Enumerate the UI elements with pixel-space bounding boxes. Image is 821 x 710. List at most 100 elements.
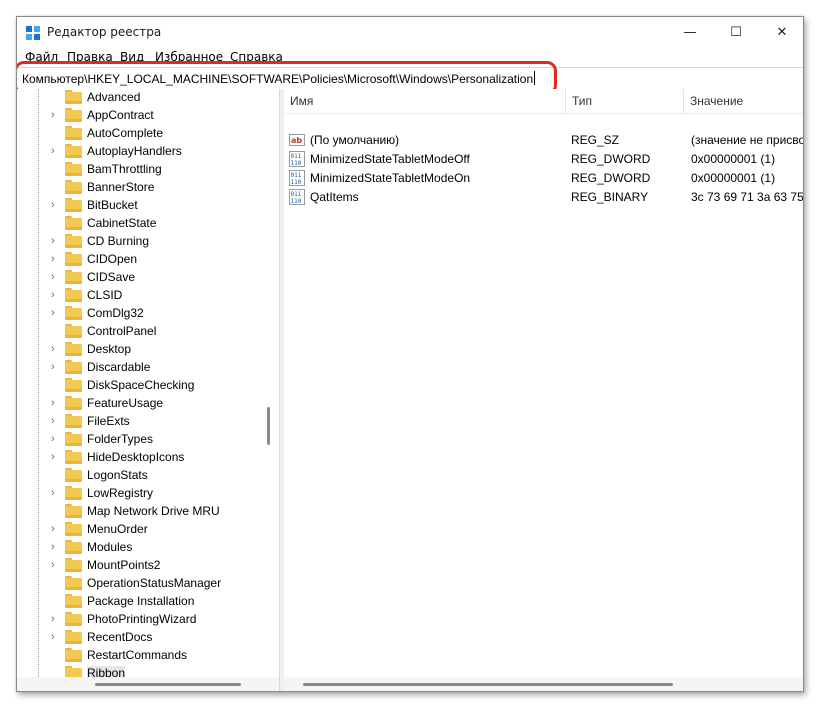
tree-item[interactable]: BannerStore [17, 178, 267, 196]
tree-item[interactable]: › RecentDocs [17, 628, 267, 646]
tree-item[interactable]: › ComDlg32 [17, 304, 267, 322]
column-header-name[interactable]: Имя [284, 89, 566, 113]
chevron-right-icon[interactable]: › [51, 289, 61, 301]
menu-help-label: правка [238, 50, 283, 64]
tree-item[interactable]: DiskSpaceChecking [17, 376, 267, 394]
chevron-right-icon[interactable]: › [51, 487, 61, 499]
tree-item[interactable]: › Discardable [17, 358, 267, 376]
menu-view-hotkey: В [120, 50, 129, 64]
tree-item[interactable]: › LowRegistry [17, 484, 267, 502]
svg-text:110: 110 [291, 160, 302, 167]
tree-item[interactable]: RestartCommands [17, 646, 267, 664]
tree-item[interactable]: › Modules [17, 538, 267, 556]
tree-item[interactable]: LogonStats [17, 466, 267, 484]
folder-icon [65, 162, 82, 176]
column-header-type[interactable]: Тип [566, 89, 684, 113]
address-bar[interactable]: Компьютер\HKEY_LOCAL_MACHINE\SOFTWARE\Po… [17, 67, 803, 90]
chevron-right-icon[interactable]: › [51, 541, 61, 553]
chevron-right-icon[interactable]: › [51, 397, 61, 409]
tree-item[interactable]: ControlPanel [17, 322, 267, 340]
minimize-icon: — [683, 25, 697, 40]
tree-item-label: DiskSpaceChecking [87, 378, 195, 392]
tree-item[interactable]: Ribbon [17, 664, 267, 677]
value-type: REG_BINARY [571, 190, 649, 204]
menu-file[interactable]: Файл [25, 50, 58, 64]
tree-horizontal-scroll-thumb[interactable] [95, 683, 241, 686]
value-row[interactable]: 011 110 MinimizedStateTabletModeOn REG_DWOR… [284, 169, 803, 188]
registry-tree[interactable]: Advanced › AppContract AutoComplete › Autopla… [17, 89, 279, 677]
value-row[interactable]: ab (По умолчанию) REG_SZ (значение не присв… [284, 131, 803, 150]
values-horizontal-scrollbar[interactable] [284, 677, 803, 691]
tree-item-label: AutoplayHandlers [87, 144, 182, 158]
registry-editor-window: Редактор реестра — ☐ ✕ Файл Правка Вид И… [16, 16, 804, 692]
tree-item[interactable]: CabinetState [17, 214, 267, 232]
tree-item[interactable]: › CIDOpen [17, 250, 267, 268]
values-list[interactable]: Имя Тип Значение ab (По умолчанию) REG_SZ (… [284, 89, 804, 691]
tree-item-label: RecentDocs [87, 630, 153, 644]
chevron-right-icon[interactable]: › [51, 145, 61, 157]
value-row[interactable]: 011 110 QatItems REG_BINARY 3c 73 69 71 3a 6… [284, 188, 804, 207]
tree-item-label: FeatureUsage [87, 396, 164, 410]
tree-item[interactable]: › FeatureUsage [17, 394, 267, 412]
tree-item[interactable]: › PhotoPrintingWizard [17, 610, 267, 628]
value-data: 3c 73 69 71 3a 63 75 7 [691, 190, 804, 204]
tree-item-label: CD Burning [87, 234, 150, 248]
menu-view-label: ид [128, 50, 145, 64]
maximize-button[interactable]: ☐ [713, 17, 759, 48]
folder-icon [65, 630, 82, 644]
chevron-right-icon[interactable]: › [51, 271, 61, 283]
tree-vertical-scrollbar[interactable] [261, 89, 279, 677]
svg-text:ab: ab [291, 136, 302, 145]
chevron-right-icon[interactable]: › [51, 559, 61, 571]
menu-help[interactable]: Справка [230, 50, 283, 64]
tree-item[interactable]: › AutoplayHandlers [17, 142, 267, 160]
tree-item-label: AutoComplete [87, 126, 164, 140]
svg-text:011: 011 [291, 172, 302, 179]
tree-item[interactable]: › CLSID [17, 286, 267, 304]
close-button[interactable]: ✕ [759, 17, 803, 48]
chevron-right-icon[interactable]: › [51, 253, 61, 265]
tree-item[interactable]: › FolderTypes [17, 430, 267, 448]
menu-favorites[interactable]: Избранное [155, 50, 223, 64]
tree-item-label: BannerStore [87, 180, 155, 194]
tree-item[interactable]: › Desktop [17, 340, 267, 358]
chevron-right-icon[interactable]: › [51, 307, 61, 319]
chevron-right-icon[interactable]: › [51, 235, 61, 247]
close-icon: ✕ [776, 25, 788, 40]
chevron-right-icon[interactable]: › [51, 343, 61, 355]
chevron-right-icon[interactable]: › [51, 451, 61, 463]
tree-item[interactable]: AutoComplete [17, 124, 267, 142]
values-horizontal-scroll-thumb[interactable] [303, 683, 673, 686]
menu-edit[interactable]: Правка [67, 50, 113, 64]
tree-vertical-scroll-thumb[interactable] [267, 407, 270, 445]
tree-item[interactable]: Map Network Drive MRU [17, 502, 267, 520]
tree-item[interactable]: Advanced [17, 89, 267, 106]
address-path[interactable]: Компьютер\HKEY_LOCAL_MACHINE\SOFTWARE\Po… [22, 71, 536, 86]
tree-item[interactable]: › BitBucket [17, 196, 267, 214]
tree-horizontal-scrollbar[interactable] [17, 677, 279, 691]
chevron-right-icon[interactable]: › [51, 433, 61, 445]
tree-item[interactable]: › FileExts [17, 412, 267, 430]
menu-file-hotkey: Ф [25, 50, 36, 64]
tree-item[interactable]: › AppContract [17, 106, 267, 124]
chevron-right-icon[interactable]: › [51, 361, 61, 373]
tree-item[interactable]: Package Installation [17, 592, 267, 610]
chevron-right-icon[interactable]: › [51, 523, 61, 535]
chevron-right-icon[interactable]: › [51, 415, 61, 427]
tree-item[interactable]: › HideDesktopIcons [17, 448, 267, 466]
chevron-right-icon[interactable]: › [51, 199, 61, 211]
chevron-right-icon[interactable]: › [51, 109, 61, 121]
chevron-right-icon[interactable]: › [51, 631, 61, 643]
folder-icon [65, 648, 82, 662]
chevron-right-icon[interactable]: › [51, 613, 61, 625]
tree-item[interactable]: › MountPoints2 [17, 556, 267, 574]
tree-item[interactable]: › CD Burning [17, 232, 267, 250]
minimize-button[interactable]: — [667, 17, 713, 48]
tree-item[interactable]: BamThrottling [17, 160, 267, 178]
tree-item[interactable]: › MenuOrder [17, 520, 267, 538]
value-row[interactable]: 011 110 MinimizedStateTabletModeOff REG_DWO… [284, 150, 803, 169]
tree-item[interactable]: OperationStatusManager [17, 574, 267, 592]
menu-view[interactable]: Вид [120, 50, 144, 64]
tree-item[interactable]: › CIDSave [17, 268, 267, 286]
column-header-data[interactable]: Значение [684, 89, 803, 113]
